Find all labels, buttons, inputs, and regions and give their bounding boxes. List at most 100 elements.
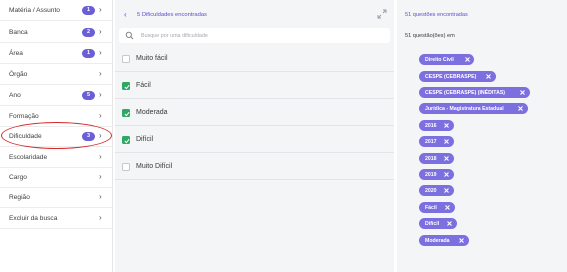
results-title: 51 questões encontradas [405, 12, 468, 18]
sidebar-item-banca[interactable]: Banca 2 › [0, 22, 113, 43]
sidebar-item-area[interactable]: Área 1 › [0, 43, 113, 64]
sidebar-item-label: Matéria / Assunto [9, 6, 60, 14]
chevron-right-icon: › [99, 192, 102, 201]
sidebar-item-formacao[interactable]: Formação › [0, 106, 113, 127]
sidebar-item-dificuldade[interactable]: Dificuldade 3 › [0, 126, 113, 147]
option-row-muito-facil[interactable]: Muito fácil [115, 46, 394, 72]
filter-chip: Jurídica - Magistratura Estadual [419, 103, 528, 114]
chevron-right-icon: › [99, 48, 102, 57]
check-icon [123, 84, 130, 89]
option-label: Moderada [136, 109, 168, 116]
option-label: Muito Difícil [136, 163, 173, 170]
filter-chip: CESPE (CEBRASPE) [419, 71, 496, 82]
sidebar-item-label: Cargo [9, 173, 27, 181]
option-label: Difícil [136, 136, 154, 143]
close-icon[interactable] [446, 220, 453, 227]
search-input[interactable] [141, 30, 381, 41]
check-icon [123, 111, 130, 116]
chevron-right-icon: › [99, 152, 102, 161]
chip-label: 2017 [425, 138, 437, 145]
sidebar-item-label: Área [9, 49, 23, 57]
chip-label: Moderada [425, 237, 450, 244]
chip-label: Difícil [425, 220, 440, 227]
sidebar-item-cargo[interactable]: Cargo › [0, 167, 113, 188]
close-icon[interactable] [443, 155, 450, 162]
chevron-right-icon: › [99, 111, 102, 120]
results-count: 51 questão(ões) em [405, 33, 455, 39]
expand-arrows-icon[interactable] [377, 9, 387, 19]
search-icon [125, 31, 134, 40]
filter-chip: Moderada [419, 235, 469, 246]
count-badge: 1 [82, 5, 95, 15]
option-row-facil[interactable]: Fácil [115, 73, 394, 99]
sidebar-item-label: Escolaridade [9, 153, 48, 161]
sidebar-item-label: Órgão [9, 70, 28, 78]
sidebar-item-label: Banca [9, 28, 28, 36]
chevron-right-icon: › [99, 69, 102, 78]
count-badge: 1 [82, 48, 95, 58]
filter-chip: Direito Civil [419, 54, 474, 65]
sidebar-item-label: Excluir da busca [9, 214, 58, 222]
chip-label: 2019 [425, 171, 437, 178]
count-badge: 3 [82, 131, 95, 141]
chip-label: Direito Civil [425, 56, 454, 63]
sidebar-item-escolaridade[interactable]: Escolaridade › [0, 147, 113, 168]
chevron-right-icon: › [99, 5, 102, 14]
difficulty-panel: ‹ 5 Dificuldades encontradas Muito fácil… [115, 0, 394, 272]
close-icon[interactable] [458, 237, 465, 244]
chevron-right-icon: › [99, 131, 102, 140]
difficulty-count: 5 Dificuldades encontradas [137, 12, 207, 18]
filter-chip: 2017 [419, 136, 454, 147]
filter-chip: CESPE (CEBRASPE) (INÉDITAS) [419, 87, 530, 98]
close-icon[interactable] [443, 122, 450, 129]
option-label: Fácil [136, 82, 151, 89]
close-icon[interactable] [443, 171, 450, 178]
chip-label: Jurídica - Magistratura Estadual [425, 105, 504, 112]
filter-chip: Difícil [419, 218, 457, 229]
chevron-right-icon: › [99, 172, 102, 181]
search-box [119, 28, 390, 43]
check-icon [123, 138, 130, 143]
checkbox-checked[interactable] [122, 82, 130, 90]
sidebar-item-label: Formação [9, 112, 39, 120]
close-icon[interactable] [464, 56, 471, 63]
option-row-muito-dificil[interactable]: Muito Difícil [115, 154, 394, 180]
close-icon[interactable] [443, 138, 450, 145]
filter-chip: 2019 [419, 169, 454, 180]
chip-label: CESPE (CEBRASPE) (INÉDITAS) [425, 89, 506, 96]
option-row-dificil[interactable]: Difícil [115, 127, 394, 153]
results-panel: 51 questões encontradas 51 questão(ões) … [397, 0, 567, 272]
chip-label: 2020 [425, 187, 437, 194]
sidebar-item-excluir-da-busca[interactable]: Excluir da busca › [0, 208, 113, 229]
option-label: Muito fácil [136, 55, 168, 62]
chip-label: CESPE (CEBRASPE) [425, 73, 477, 80]
filter-chip: 2016 [419, 120, 454, 131]
checkbox[interactable] [122, 163, 130, 171]
sidebar-item-materia-assunto[interactable]: Matéria / Assunto 1 › [0, 0, 113, 21]
sidebar-item-label: Ano [9, 91, 21, 99]
filter-chip: 2020 [419, 185, 454, 196]
close-icon[interactable] [519, 89, 526, 96]
chevron-right-icon: › [99, 90, 102, 99]
close-icon[interactable] [517, 105, 524, 112]
checkbox-checked[interactable] [122, 136, 130, 144]
count-badge: 5 [82, 90, 95, 100]
sidebar-item-orgao[interactable]: Órgão › [0, 64, 113, 85]
filter-sidebar: Matéria / Assunto 1 › Banca 2 › Área 1 ›… [0, 0, 113, 272]
filter-chip: Fácil [419, 202, 455, 213]
count-badge: 2 [82, 27, 95, 37]
checkbox-checked[interactable] [122, 109, 130, 117]
chevron-right-icon: › [99, 213, 102, 222]
close-icon[interactable] [444, 204, 451, 211]
chevron-right-icon: › [99, 27, 102, 36]
chip-label: Fácil [425, 204, 437, 211]
close-icon[interactable] [443, 187, 450, 194]
chip-label: 2018 [425, 155, 437, 162]
sidebar-item-ano[interactable]: Ano 5 › [0, 85, 113, 106]
sidebar-item-regiao[interactable]: Região › [0, 187, 113, 208]
close-icon[interactable] [485, 73, 492, 80]
option-row-moderada[interactable]: Moderada [115, 100, 394, 126]
chevron-left-icon[interactable]: ‹ [124, 10, 127, 19]
checkbox[interactable] [122, 55, 130, 63]
sidebar-item-label: Região [9, 193, 30, 201]
